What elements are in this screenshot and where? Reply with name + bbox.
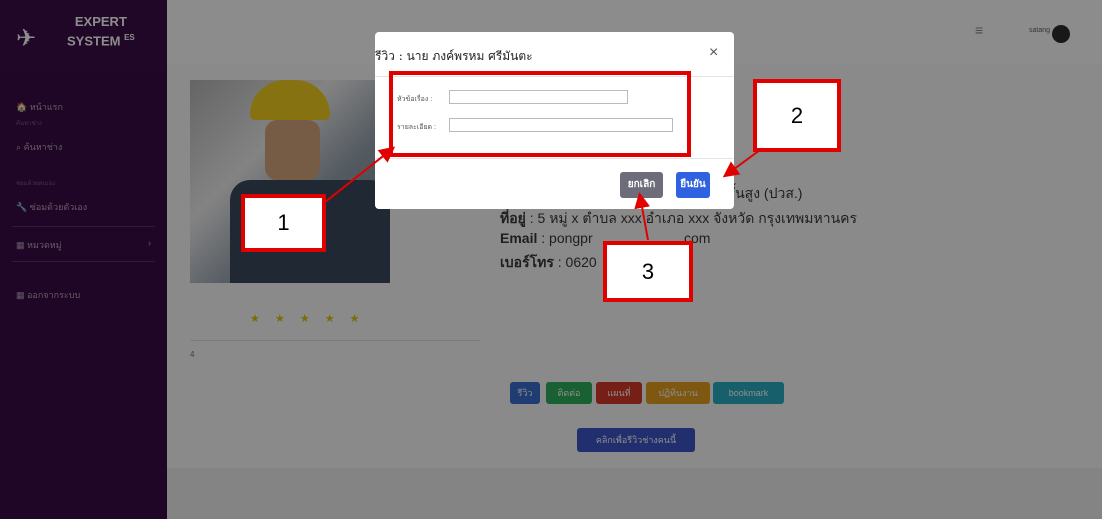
annotation-label-1: 1 [241,194,326,252]
annotation-arrows [299,146,761,241]
arrow-3 [634,192,651,241]
arrow-2 [722,149,761,178]
annotation-label-2: 2 [753,79,841,152]
annotation-label-3: 3 [603,241,693,302]
